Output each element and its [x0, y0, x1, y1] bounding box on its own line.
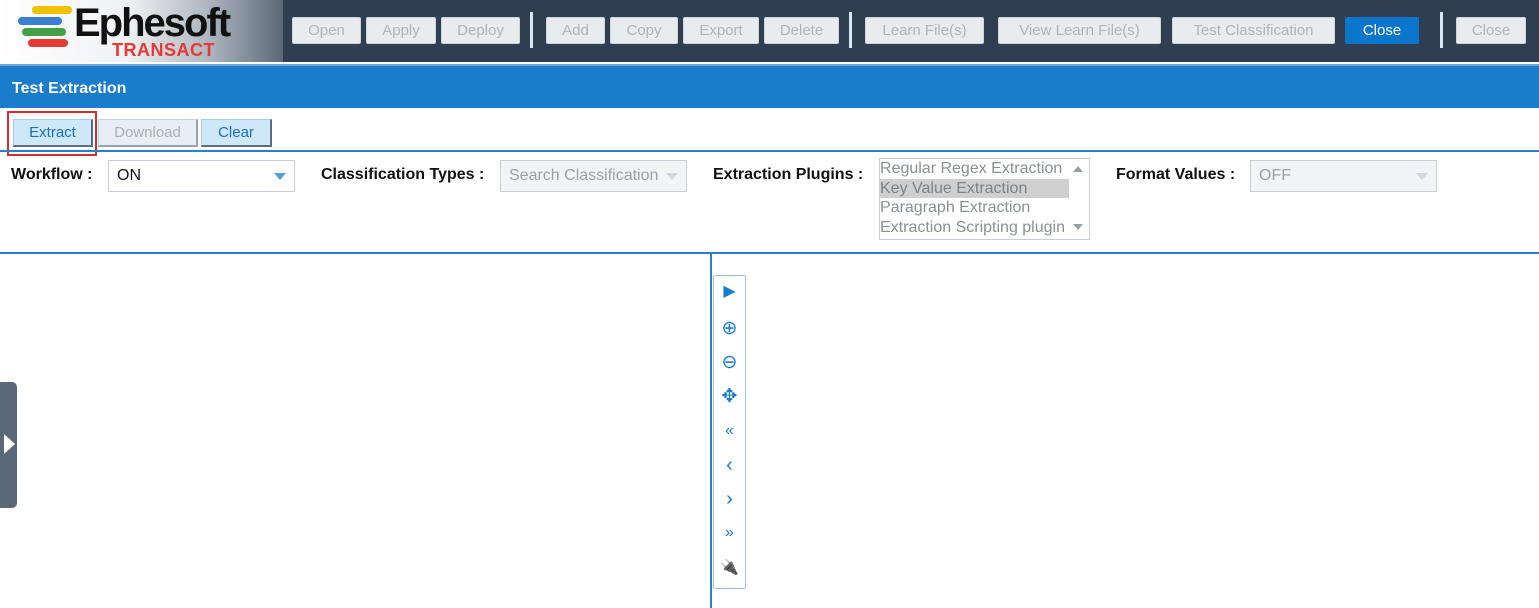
divider	[0, 150, 1539, 152]
format-values-label: Format Values :	[1116, 166, 1236, 183]
logo-subtitle: TRANSACT	[112, 40, 215, 60]
close-active-button[interactable]: Close	[1345, 17, 1419, 44]
zoom-in-icon[interactable]: ⊕	[714, 319, 745, 339]
learn-files-button[interactable]: Learn File(s)	[865, 17, 984, 44]
move-icon[interactable]: ✥	[714, 387, 745, 407]
first-page-icon[interactable]: «	[714, 421, 745, 441]
workflow-select[interactable]: ON	[108, 160, 295, 192]
workflow-value: ON	[117, 167, 141, 184]
plugin-option[interactable]: Extraction Scripting plugin	[880, 218, 1069, 238]
test-classification-button[interactable]: Test Classification	[1172, 17, 1335, 44]
toolbar-separator	[849, 12, 852, 48]
zoom-out-icon[interactable]: ⊖	[714, 353, 745, 373]
plugin-option[interactable]: Regular Regex Extraction	[880, 159, 1069, 179]
prev-page-icon[interactable]: ‹	[714, 455, 745, 475]
plugin-option[interactable]: Paragraph Extraction	[880, 198, 1069, 218]
logo-mark-icon	[18, 6, 72, 54]
scroll-up-icon[interactable]	[1073, 166, 1083, 172]
toolbar-separator	[530, 12, 533, 48]
deploy-button[interactable]: Deploy	[441, 17, 520, 44]
side-panel-toggle[interactable]	[0, 382, 17, 508]
chevron-down-icon	[274, 173, 286, 180]
last-page-icon[interactable]: »	[714, 523, 745, 543]
chevron-right-icon	[4, 434, 15, 454]
classification-placeholder: Search Classification	[509, 167, 659, 184]
pane-splitter[interactable]	[710, 253, 712, 608]
plugin-option[interactable]: Key Value Extraction	[880, 178, 1069, 198]
format-value: OFF	[1259, 167, 1291, 184]
ephesoft-logo: Ephesoft TRANSACT	[0, 0, 283, 62]
workflow-label: Workflow :	[11, 166, 93, 183]
clear-button[interactable]: Clear	[201, 119, 272, 147]
plugin-icon[interactable]: 🔌	[714, 558, 745, 578]
close-button[interactable]: Close	[1456, 17, 1526, 44]
download-button[interactable]: Download	[98, 119, 198, 147]
view-learn-files-button[interactable]: View Learn File(s)	[998, 17, 1161, 44]
export-button[interactable]: Export	[683, 17, 759, 44]
copy-button[interactable]: Copy	[610, 17, 678, 44]
toolbar-separator	[1440, 12, 1443, 48]
open-button[interactable]: Open	[292, 17, 361, 44]
delete-button[interactable]: Delete	[764, 17, 839, 44]
classification-types-label: Classification Types :	[321, 166, 485, 183]
scroll-down-icon[interactable]	[1073, 224, 1083, 230]
format-values-select[interactable]: OFF	[1250, 160, 1437, 192]
apply-button[interactable]: Apply	[366, 17, 436, 44]
panel-title: Test Extraction	[0, 64, 1539, 108]
chevron-down-icon	[1416, 173, 1428, 180]
play-icon[interactable]: ▶	[714, 282, 745, 302]
top-toolbar: Ephesoft TRANSACT Open Apply Deploy Add …	[0, 0, 1539, 62]
add-button[interactable]: Add	[546, 17, 605, 44]
viewer-toolbar: ▶ ⊕ ⊖ ✥ « ‹ › » 🔌	[713, 275, 746, 589]
classification-types-select[interactable]: Search Classification	[500, 160, 687, 192]
chevron-down-icon	[666, 173, 678, 180]
extraction-plugins-listbox[interactable]: Regular Regex Extraction Key Value Extra…	[879, 158, 1090, 240]
divider	[0, 252, 1539, 254]
extraction-plugins-label: Extraction Plugins :	[713, 166, 864, 183]
next-page-icon[interactable]: ›	[714, 489, 745, 509]
